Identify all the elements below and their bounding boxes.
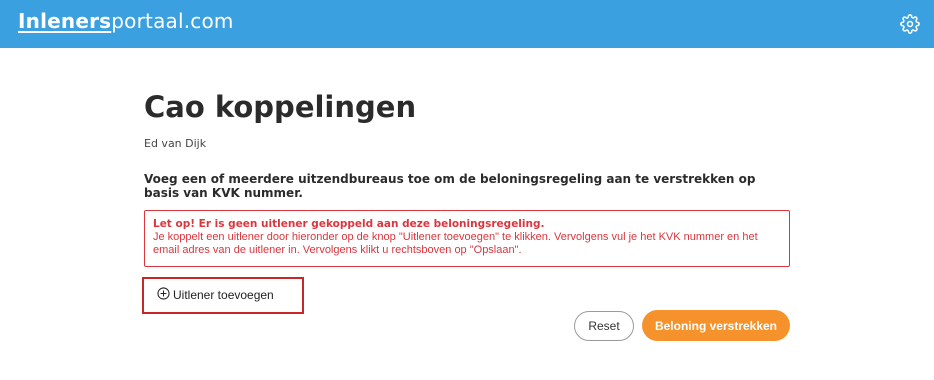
alert-body: Je koppelt een uitlener door hieronder o… bbox=[153, 231, 758, 256]
plus-circle-icon bbox=[157, 287, 170, 303]
gear-icon[interactable] bbox=[900, 14, 920, 34]
brand-logo-bold: Inleners bbox=[18, 9, 112, 33]
intro-text: Voeg een of meerdere uitzendbureaus toe … bbox=[144, 172, 756, 200]
brand-logo[interactable]: Inlenersportaal.com bbox=[18, 9, 234, 33]
top-bar: Inlenersportaal.com bbox=[0, 0, 934, 48]
add-lender-button[interactable]: Uitlener toevoegen bbox=[157, 287, 274, 303]
page-subtitle: Ed van Dijk bbox=[144, 137, 207, 150]
page-title: Cao koppelingen bbox=[144, 90, 417, 124]
add-lender-label: Uitlener toevoegen bbox=[173, 288, 274, 302]
brand-logo-rest: portaal.com bbox=[111, 9, 234, 33]
grant-reward-button[interactable]: Beloning verstrekken bbox=[642, 310, 790, 341]
warning-alert: Let op! Er is geen uitlener gekoppeld aa… bbox=[144, 210, 790, 267]
reset-button[interactable]: Reset bbox=[574, 311, 634, 341]
alert-title: Let op! Er is geen uitlener gekoppeld aa… bbox=[153, 218, 545, 230]
